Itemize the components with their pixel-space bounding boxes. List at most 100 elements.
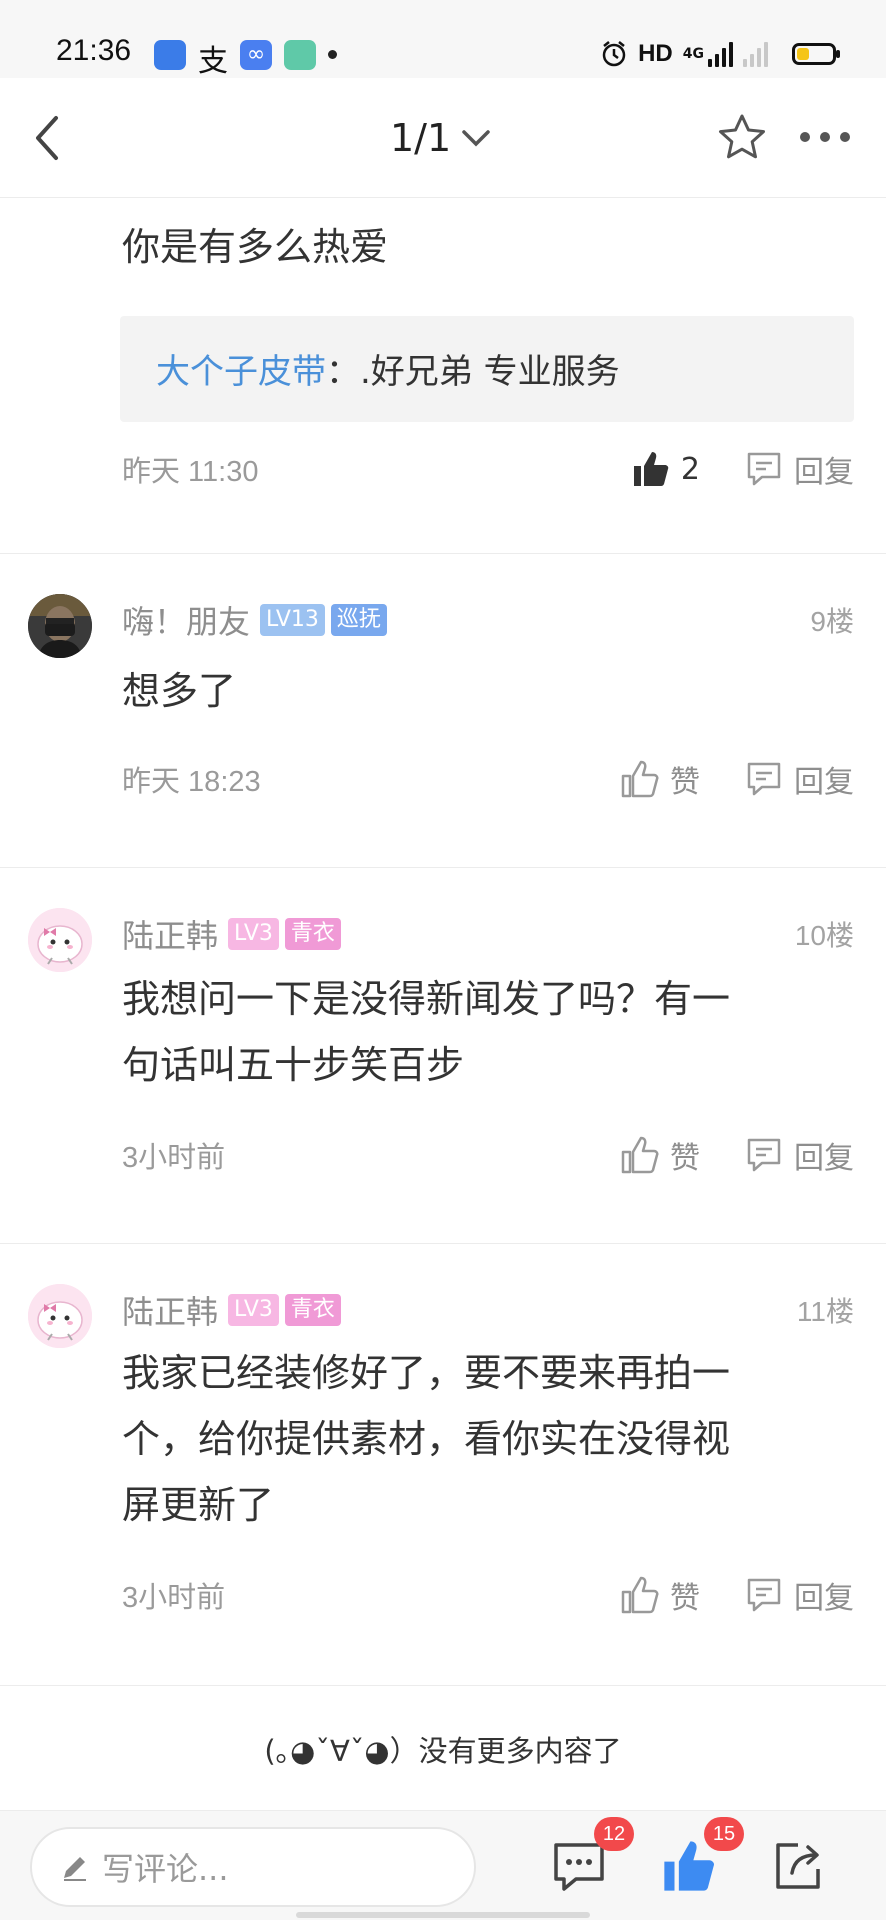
star-icon[interactable] <box>716 112 768 164</box>
comment-feed: 你是有多么热爱 大个子皮带：.好兄弟 专业服务 昨天 11:30 2 回复 嗨！… <box>0 198 886 1686</box>
app-icon-blue <box>154 40 186 70</box>
level-badge: LV3 <box>228 1294 279 1326</box>
reply-icon <box>747 452 781 486</box>
pencil-icon <box>64 1857 86 1881</box>
comment-actions: 昨天 18:23 赞 回复 <box>122 754 854 804</box>
username[interactable]: 嗨！朋友 <box>122 597 250 643</box>
reply-button[interactable]: 回复 <box>744 757 854 801</box>
comment-count-badge: 12 <box>594 1817 634 1851</box>
reply-icon <box>747 1138 781 1172</box>
like-label: 赞 <box>670 1141 700 1176</box>
reply-label: 回复 <box>794 1141 854 1176</box>
comment-time: 昨天 18:23 <box>122 766 261 798</box>
chevron-down-icon <box>462 130 490 147</box>
top-nav: 1/1 <box>0 78 886 198</box>
thumbs-up-icon <box>621 1576 659 1614</box>
level-badge: LV13 <box>260 604 325 636</box>
comment-body-line: 屏更新了 <box>122 1483 275 1527</box>
like-count: 2 <box>680 451 700 487</box>
quote-separator: ： <box>326 352 360 392</box>
alipay-icon: 支 <box>198 44 228 79</box>
comment-time: 3小时前 <box>122 1582 226 1614</box>
share-button[interactable] <box>768 1837 826 1895</box>
quoted-reply-content: 大个子皮带：.好兄弟 专业服务 <box>156 344 620 393</box>
thumbs-up-icon <box>621 760 659 798</box>
floor-number: 11楼 <box>796 1296 854 1327</box>
reply-label: 回复 <box>794 765 854 800</box>
page-indicator[interactable]: 1/1 <box>390 116 491 160</box>
green-app-icon <box>284 40 316 70</box>
comment-actions: 3小时前 赞 回复 <box>122 1570 854 1620</box>
reply-button[interactable]: 回复 <box>744 1573 854 1617</box>
thumbs-up-icon <box>621 1136 659 1174</box>
network-type: 4G <box>682 46 704 62</box>
title-badge: 青衣 <box>284 918 341 950</box>
status-right-group: HD 4G <box>600 36 840 72</box>
end-of-content-message: (｡◕ˇ∀ˇ◕）没有更多内容了 <box>264 1734 622 1768</box>
comment-item: 嗨！朋友 LV13 巡抚 9楼 想多了 昨天 18:23 赞 回复 <box>0 554 886 868</box>
floor-number: 9楼 <box>810 606 854 637</box>
reply-icon <box>747 762 781 796</box>
comment-body-line: 我想问一下是没得新闻发了吗？有一 <box>122 977 731 1021</box>
like-count-badge: 15 <box>704 1817 744 1851</box>
floor-number: 10楼 <box>794 920 854 951</box>
username[interactable]: 陆正韩 <box>122 1287 218 1333</box>
like-post-button[interactable]: 15 <box>660 1817 744 1895</box>
status-time: 21:36 <box>56 34 132 67</box>
like-button[interactable]: 赞 <box>620 1133 700 1177</box>
thumbs-up-filled-icon <box>633 452 669 486</box>
status-bar: 21:36 支 ∞ HD 4G <box>0 0 886 79</box>
back-arrow-icon[interactable] <box>26 114 74 162</box>
share-icon <box>776 1843 820 1889</box>
comment-body: 想多了 <box>122 669 237 713</box>
comment-meta: 陆正韩 LV3 青衣 10楼 <box>122 911 854 957</box>
avatar[interactable] <box>28 594 92 658</box>
quoted-text: .好兄弟 专业服务 <box>360 352 620 392</box>
quoted-reply[interactable]: 大个子皮带：.好兄弟 专业服务 <box>120 316 854 422</box>
reply-button[interactable]: 回复 <box>744 1133 854 1177</box>
reply-icon <box>747 1578 781 1612</box>
like-button[interactable]: 赞 <box>620 1573 700 1617</box>
reply-button[interactable]: 回复 <box>744 447 854 491</box>
comment-actions: 昨天 11:30 2 回复 <box>122 444 854 494</box>
home-indicator[interactable] <box>296 1912 590 1918</box>
comment-placeholder: 写评论... <box>102 1850 229 1888</box>
comment-body-line: 我家已经装修好了，要不要来再拍一 <box>122 1351 731 1395</box>
comment-body-line: 句话叫五十步笑百步 <box>122 1043 465 1087</box>
comment-item: 陆正韩 LV3 青衣 11楼 我家已经装修好了，要不要来再拍一 个，给你提供素材… <box>0 1244 886 1686</box>
quoted-author[interactable]: 大个子皮带 <box>156 352 326 392</box>
comment-time: 昨天 11:30 <box>122 456 259 488</box>
comment-item: 你是有多么热爱 大个子皮带：.好兄弟 专业服务 昨天 11:30 2 回复 <box>0 198 886 554</box>
comment-body: 我家已经装修好了，要不要来再拍一 个，给你提供素材，看你实在没得视 屏更新了 <box>122 1340 838 1538</box>
avatar[interactable] <box>28 908 92 972</box>
signal-icon <box>708 41 733 67</box>
title-badge: 巡抚 <box>330 604 387 636</box>
comment-body: 我想问一下是没得新闻发了吗？有一 句话叫五十步笑百步 <box>122 966 838 1098</box>
like-button[interactable]: 赞 <box>620 757 700 801</box>
notification-dot <box>328 50 337 59</box>
page-indicator-label: 1/1 <box>390 116 452 160</box>
comment-body: 你是有多么热爱 <box>122 225 389 269</box>
reply-label: 回复 <box>794 1581 854 1616</box>
like-label: 赞 <box>670 1581 700 1616</box>
comment-time: 3小时前 <box>122 1142 226 1174</box>
alarm-icon <box>602 41 626 67</box>
like-button[interactable]: 2 <box>631 449 700 489</box>
comment-meta: 嗨！朋友 LV13 巡抚 9楼 <box>122 597 854 643</box>
infinity-icon: ∞ <box>240 40 272 70</box>
comment-actions: 3小时前 赞 回复 <box>122 1130 854 1180</box>
title-badge: 青衣 <box>284 1294 341 1326</box>
avatar[interactable] <box>28 1284 92 1348</box>
comments-button[interactable]: 12 <box>550 1817 634 1895</box>
comment-body-line: 个，给你提供素材，看你实在没得视 <box>122 1417 731 1461</box>
bottom-bar: 写评论... 12 15 <box>0 1810 886 1920</box>
reply-label: 回复 <box>794 455 854 490</box>
level-badge: LV3 <box>228 918 279 950</box>
more-icon[interactable] <box>800 132 850 142</box>
username[interactable]: 陆正韩 <box>122 911 218 957</box>
battery-icon <box>792 43 840 65</box>
network-hd: HD <box>638 40 673 67</box>
comment-meta: 陆正韩 LV3 青衣 11楼 <box>122 1287 854 1333</box>
signal-icon-secondary <box>743 41 768 67</box>
comment-input[interactable]: 写评论... <box>30 1827 476 1907</box>
